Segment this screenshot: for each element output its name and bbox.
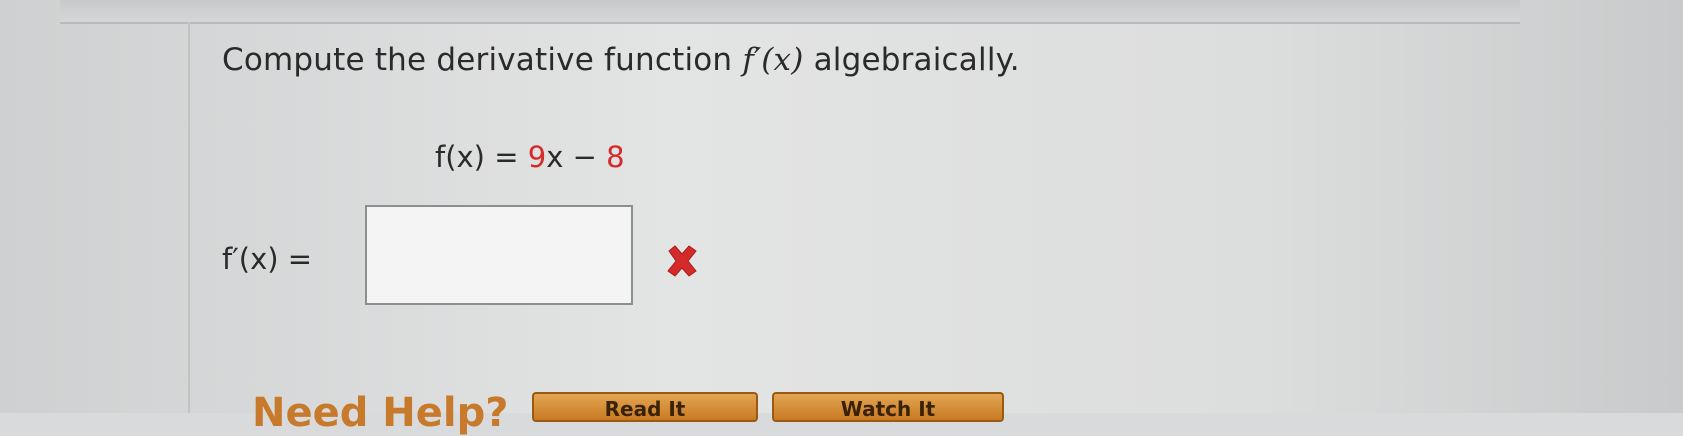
function-coefficient: 9	[527, 140, 547, 174]
answer-label: f′(x) =	[222, 242, 313, 276]
question-suffix: algebraically.	[803, 42, 1020, 78]
top-toolbar-edge	[60, 0, 1520, 24]
watch-it-button[interactable]: Watch It	[772, 392, 1004, 422]
red-x-icon	[667, 245, 697, 277]
answer-input[interactable]	[365, 205, 633, 305]
derivative-notation: f′(x)	[742, 42, 804, 78]
question-prefix: Compute the derivative function	[222, 42, 743, 78]
read-it-button[interactable]: Read It	[532, 392, 758, 422]
function-constant: 8	[606, 140, 625, 174]
question-prompt: Compute the derivative function f′(x) al…	[222, 42, 1020, 78]
left-panel-divider	[188, 22, 190, 413]
function-variable: x −	[546, 140, 607, 174]
function-definition: f(x) = 9x − 8	[435, 140, 625, 174]
need-help-label: Need Help?	[252, 390, 509, 436]
function-lhs: f(x) =	[435, 140, 528, 174]
